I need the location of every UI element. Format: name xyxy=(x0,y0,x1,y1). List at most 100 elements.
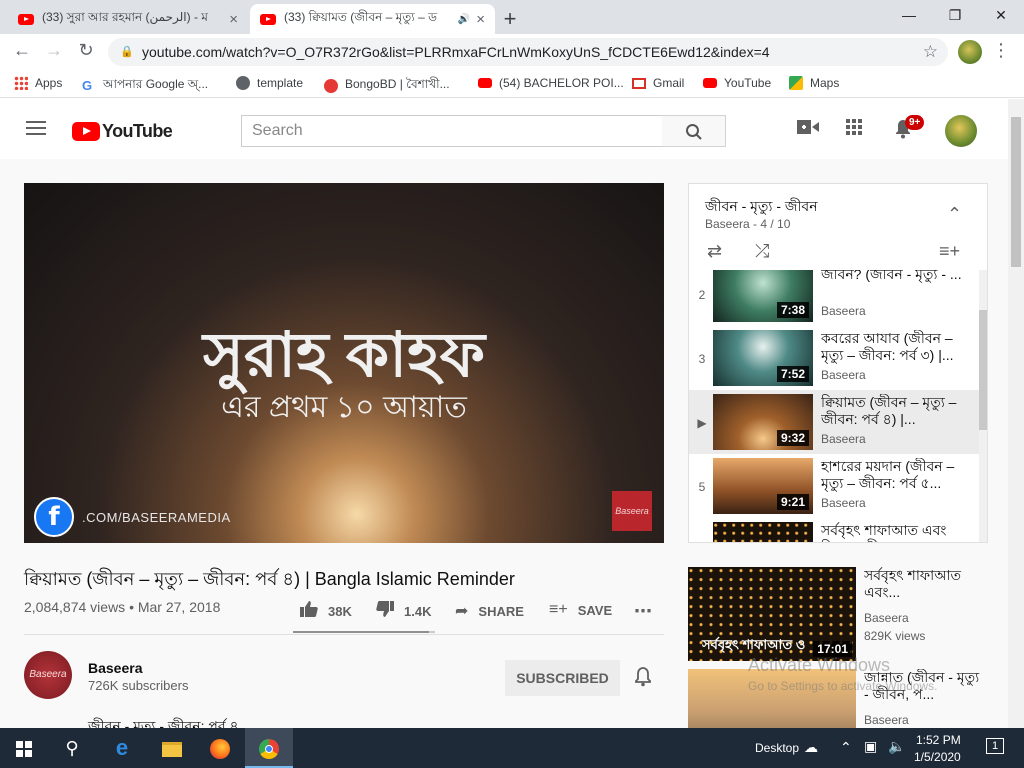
maps-icon xyxy=(789,76,803,90)
search-icon xyxy=(685,123,702,140)
loop-icon[interactable]: ⇄ xyxy=(707,241,722,262)
network-icon[interactable]: ▣ xyxy=(864,738,877,755)
restore-window-icon[interactable]: ❐ xyxy=(932,0,978,30)
bookmark-star-icon[interactable]: ☆ xyxy=(923,38,938,66)
volume-icon[interactable]: 🔈 xyxy=(888,738,905,755)
url-text: youtube.com/watch?v=O_O7R372rGo&list=PLR… xyxy=(142,44,770,60)
video-thumbnail xyxy=(713,522,813,542)
minimize-window-icon[interactable]: — xyxy=(886,0,932,30)
playlist-item-index: 2 xyxy=(698,288,706,302)
browser-menu-icon[interactable]: ⋮ xyxy=(992,40,1010,61)
file-explorer-icon[interactable] xyxy=(148,728,196,768)
onedrive-icon[interactable]: ☁ xyxy=(804,739,818,756)
address-bar[interactable]: 🔒 youtube.com/watch?v=O_O7R372rGo&list=P… xyxy=(108,38,948,66)
bookmark-bachelor-point[interactable]: (54) BACHELOR POI... xyxy=(478,76,624,90)
recommended-channel: Baseera xyxy=(864,713,909,727)
subscribed-button[interactable]: SUBSCRIBED xyxy=(505,660,620,696)
duration-badge: 7:52 xyxy=(776,366,809,382)
channel-notification-bell-icon[interactable] xyxy=(634,667,652,692)
duration-badge: 9:32 xyxy=(776,430,809,446)
bookmark-template[interactable]: template xyxy=(236,76,303,90)
add-to-queue-icon[interactable]: ≡+ xyxy=(939,241,960,262)
add-to-playlist-icon: ≡+ xyxy=(549,601,568,618)
browser-tab-2-active[interactable]: (33) ক্বিয়ামত (জীবন – মৃত্যু – ড 🔊 × xyxy=(250,4,495,34)
channel-avatar[interactable]: Baseera xyxy=(24,651,72,699)
reload-icon[interactable]: ↻ xyxy=(74,40,98,61)
share-button[interactable]: ➦ SHARE xyxy=(455,601,524,621)
search-input[interactable]: Search xyxy=(241,115,663,147)
google-icon: G xyxy=(82,78,93,93)
playlist-title[interactable]: জীবন - মৃত্যু - জীবন xyxy=(705,195,818,219)
bookmark-google[interactable]: G আপনার Google অ্... xyxy=(82,76,208,96)
windows-start-icon[interactable] xyxy=(0,728,48,768)
clock-time[interactable]: 1:52 PM xyxy=(916,733,961,747)
show-hidden-icons-icon[interactable]: ⌃ xyxy=(840,739,852,756)
playlist-item-title: ক্বিয়ামত (জীবন – মৃত্যু – জীবন: পর্ব ৪)… xyxy=(821,394,957,427)
recommended-title: সর্ববৃহৎ শাফাআত এবং... xyxy=(864,567,962,600)
bookmark-bongobd[interactable]: BongoBD | বৈশাখী... xyxy=(324,76,450,96)
globe-icon xyxy=(236,76,250,90)
lock-icon[interactable]: 🔒 xyxy=(120,38,134,66)
channel-name[interactable]: Baseera xyxy=(88,660,143,676)
video-thumbnail xyxy=(688,669,856,728)
shuffle-icon[interactable]: ⤮ xyxy=(755,241,769,262)
apps-icon[interactable] xyxy=(846,119,862,140)
bookmark-gmail[interactable]: Gmail xyxy=(632,76,684,90)
new-tab-button[interactable]: + xyxy=(498,6,522,32)
chrome-icon[interactable] xyxy=(245,728,293,768)
collapse-chevron-icon[interactable]: ⌃ xyxy=(947,204,962,225)
video-player[interactable]: সুরাহ কাহফ এর প্রথম ১০ আয়াত f .COM/BASE… xyxy=(24,183,664,543)
bookmark-apps[interactable]: Apps xyxy=(14,76,62,90)
playlist-scroll-thumb[interactable] xyxy=(979,310,987,430)
video-view-count: 2,084,874 views • Mar 27, 2018 xyxy=(24,599,221,615)
account-avatar[interactable] xyxy=(945,115,977,147)
firefox-icon[interactable] xyxy=(196,728,244,768)
playlist-item[interactable]: 6 সর্ববৃহৎ শাফাআত এবং হিসাব (জীবন – মৃত্… xyxy=(689,518,979,542)
playlist-item-channel: Baseera xyxy=(821,496,866,510)
page-scrollbar[interactable] xyxy=(1008,99,1024,728)
browser-toolbar: ← → ↻ 🔒 youtube.com/watch?v=O_O7R372rGo&… xyxy=(0,34,1024,70)
facebook-handle: .COM/BASEERAMEDIA xyxy=(82,510,231,525)
browser-tab-1[interactable]: (33) সুরা আর রহমান (الرحمن) - ম × xyxy=(8,4,248,34)
search-button[interactable] xyxy=(662,115,726,147)
audio-playing-icon[interactable]: 🔊 xyxy=(458,14,470,25)
more-actions-icon[interactable]: ⋯ xyxy=(634,601,652,622)
page-scroll-thumb[interactable] xyxy=(1011,117,1021,267)
create-video-icon[interactable] xyxy=(797,119,819,140)
bookmark-maps[interactable]: Maps xyxy=(789,76,839,90)
like-button[interactable]: 38K xyxy=(300,601,352,622)
desktop-toolbar-label[interactable]: Desktop xyxy=(755,741,799,755)
video-frame-subtitle: এর প্রথম ১০ আয়াত xyxy=(221,391,467,424)
youtube-logo[interactable]: YouTube xyxy=(72,121,173,142)
close-tab-icon[interactable]: × xyxy=(229,11,238,28)
browser-tab-strip: (33) সুরা আর রহমান (الرحمن) - ম × (33) ক… xyxy=(0,0,1024,34)
recommended-video[interactable]: জান্নাত (জীবন - মৃত্যু - জীবন, প... Base… xyxy=(688,669,988,728)
youtube-favicon-icon xyxy=(260,13,276,25)
back-arrow-icon[interactable]: ← xyxy=(10,40,34,61)
forward-arrow-icon[interactable]: → xyxy=(42,40,66,61)
clock-date[interactable]: 1/5/2020 xyxy=(914,750,961,764)
playlist-item[interactable]: 2 7:38 জীবন? (জীবন - মৃত্যু - ... Baseer… xyxy=(689,262,979,326)
playlist-item-index: 5 xyxy=(698,480,706,494)
bookmark-youtube[interactable]: YouTube xyxy=(703,76,771,90)
hamburger-menu-icon[interactable] xyxy=(26,121,46,139)
close-tab-icon[interactable]: × xyxy=(476,11,485,28)
playlist-item[interactable]: 5 9:21 হাশরের ময়দান (জীবন – মৃত্যু – জী… xyxy=(689,454,979,518)
recommended-video[interactable]: 17:01 সর্ববৃহৎ শাফাআত ও সর্ববৃহৎ শাফাআত … xyxy=(688,567,988,661)
search-icon[interactable]: ⚲ xyxy=(48,728,96,768)
edge-browser-icon[interactable]: e xyxy=(98,728,146,768)
video-thumbnail: 9:32 xyxy=(713,394,813,450)
playlist-item[interactable]: 3 7:52 কবরের আযাব (জীবন – মৃত্যু – জীবন:… xyxy=(689,326,979,390)
dislike-button[interactable]: 1.4K xyxy=(376,601,431,622)
playlist-position: Baseera - 4 / 10 xyxy=(705,217,791,231)
playlist-scrollbar[interactable] xyxy=(979,270,987,542)
save-button[interactable]: ≡+ SAVE xyxy=(549,601,612,619)
duration-badge: 7:38 xyxy=(776,302,809,318)
playlist-item-current[interactable]: ▶ 9:32 ক্বিয়ামত (জীবন – মৃত্যু – জীবন: … xyxy=(689,390,979,454)
profile-avatar[interactable] xyxy=(958,40,982,64)
notification-count-badge: 9+ xyxy=(905,115,925,130)
channel-watermark[interactable]: Baseera xyxy=(612,491,652,531)
playlist-item-title: কবরের আযাব (জীবন – মৃত্যু – জীবন: পর্ব ৩… xyxy=(821,330,954,363)
action-center-icon[interactable]: 1 xyxy=(986,738,1004,754)
close-window-icon[interactable]: ✕ xyxy=(978,0,1024,30)
